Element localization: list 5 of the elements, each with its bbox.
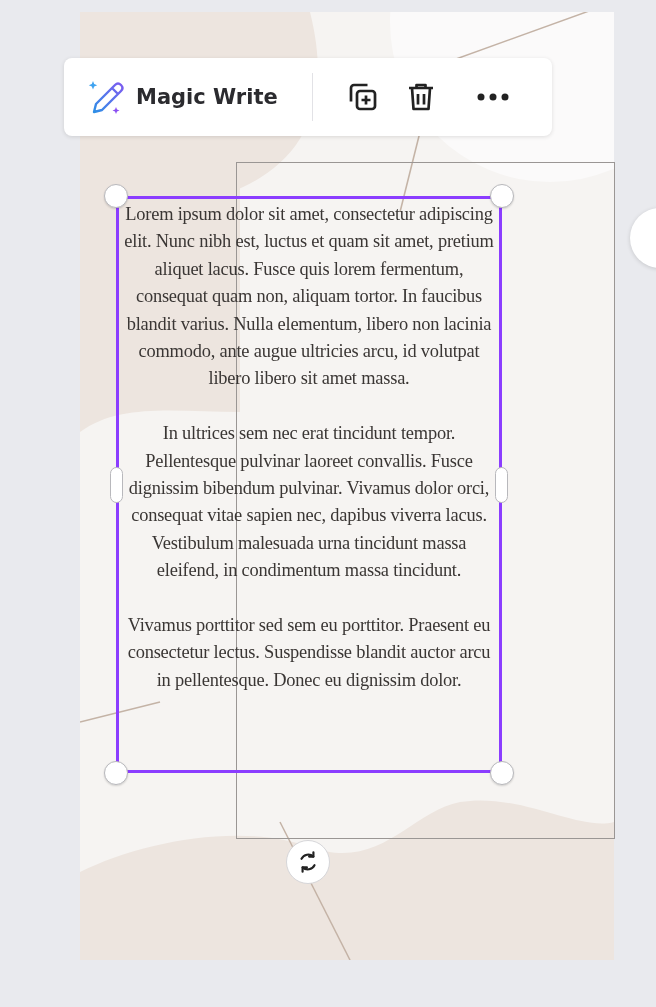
magic-write-button[interactable]: Magic Write (82, 73, 282, 121)
side-handle[interactable] (495, 467, 508, 503)
side-handle[interactable] (110, 467, 123, 503)
body-text: Lorem ipsum dolor sit amet, consectetur adipiscing elit. Nunc nibh est, luctus et quam sit amet, pretium aliquet lacus. Fusce quis lorem fermentum, consequat quam non, aliquam tortor. In faucibus blandit varius. Nulla elementum, libero non lacinia commodo, ante augue ultricies arcu, id volutpat libero libero sit amet massa. In ultrices sem nec erat tincidunt tempor. Pellentesque pulvinar laoreet convallis. Fusce dignissim bibendum pulvinar. Vivamus dolor orci, consequat vitae sapien nec, dapibus viverra lacus. Vestibulum malesuada urna tincidunt massa eleifend, in condimentum massa tincidunt. Vivamus porttitor sed sem eu porttitor. Praesent eu consectetur lectus. Suspendisse blandit auctor arcu in pellentesque. Donec eu dignissim dolor. (123, 203, 495, 692)
text-box[interactable] (116, 196, 502, 773)
